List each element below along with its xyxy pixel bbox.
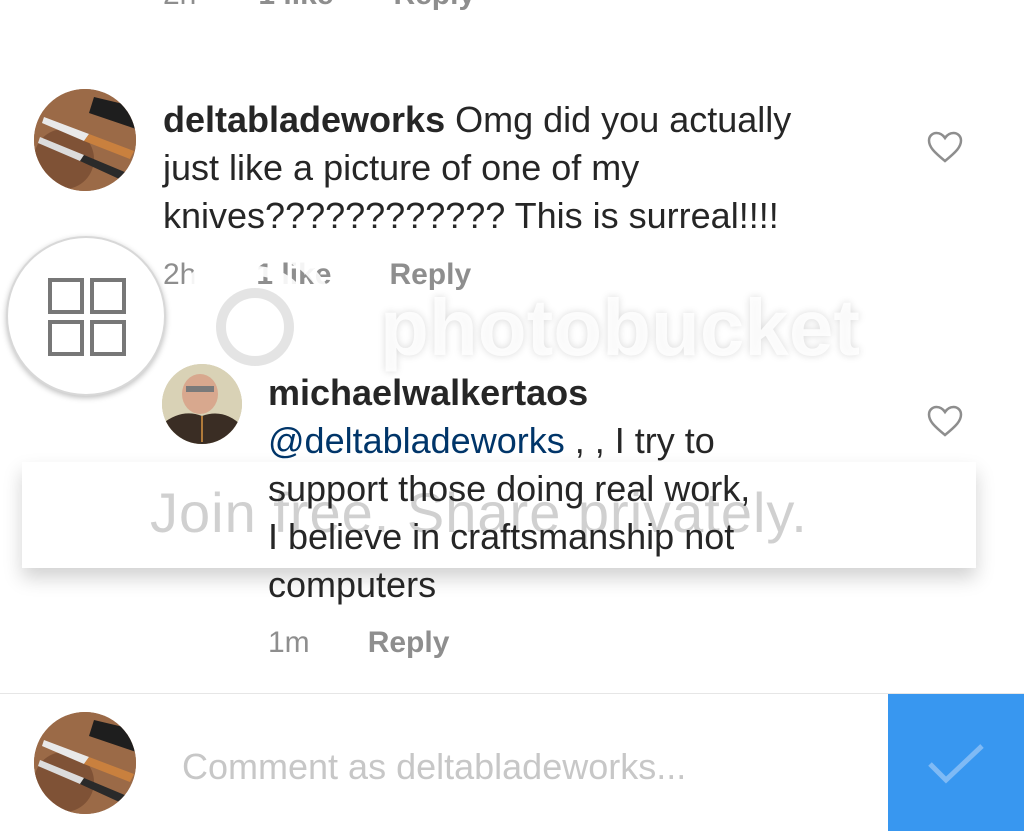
comment-username[interactable]: deltabladeworks: [163, 99, 445, 140]
previous-comment-likes[interactable]: 1 like: [258, 0, 333, 12]
previous-comment-time: 2h: [163, 0, 196, 12]
previous-comment-reply[interactable]: Reply: [393, 0, 475, 12]
comment-body: deltabladeworks Omg did you actually jus…: [163, 96, 883, 240]
grid-icon: [48, 278, 126, 356]
composer-avatar: [34, 712, 136, 814]
like-heart-icon[interactable]: [926, 130, 964, 169]
reply-meta: 1m Reply: [268, 626, 449, 660]
checkmark-icon: [928, 743, 984, 783]
grid-view-button[interactable]: [6, 236, 166, 396]
reply-text-line: computers: [268, 564, 437, 605]
avatar-deltabladeworks[interactable]: [34, 89, 136, 191]
comment-text-line: knives???????????? This is surreal!!!!: [163, 195, 779, 236]
previous-comment-meta: 2h 1 like Reply: [163, 0, 535, 12]
reply-text-line: , , I try to: [564, 420, 715, 461]
comment-input[interactable]: [182, 746, 872, 788]
reply-like-heart-icon[interactable]: [926, 404, 964, 443]
reply-time: 1m: [268, 626, 310, 659]
comment-text-line: just like a picture of one of my: [163, 147, 640, 188]
avatar-michaelwalkertaos[interactable]: [162, 364, 242, 444]
post-comment-button[interactable]: [888, 694, 1024, 831]
reply-text-line: I believe in craftsmanship not: [268, 516, 735, 557]
mention-link[interactable]: @deltabladeworks: [268, 420, 565, 461]
reply-username[interactable]: michaelwalkertaos: [268, 369, 908, 417]
reply-text-line: support those doing real work,: [268, 468, 751, 509]
reply-reply-button[interactable]: Reply: [368, 626, 450, 660]
reply-body: michaelwalkertaos @deltabladeworks , , I…: [268, 369, 908, 609]
comment-text-line: Omg did you actually: [455, 99, 792, 140]
watermark-brand: photobucket: [380, 283, 860, 372]
